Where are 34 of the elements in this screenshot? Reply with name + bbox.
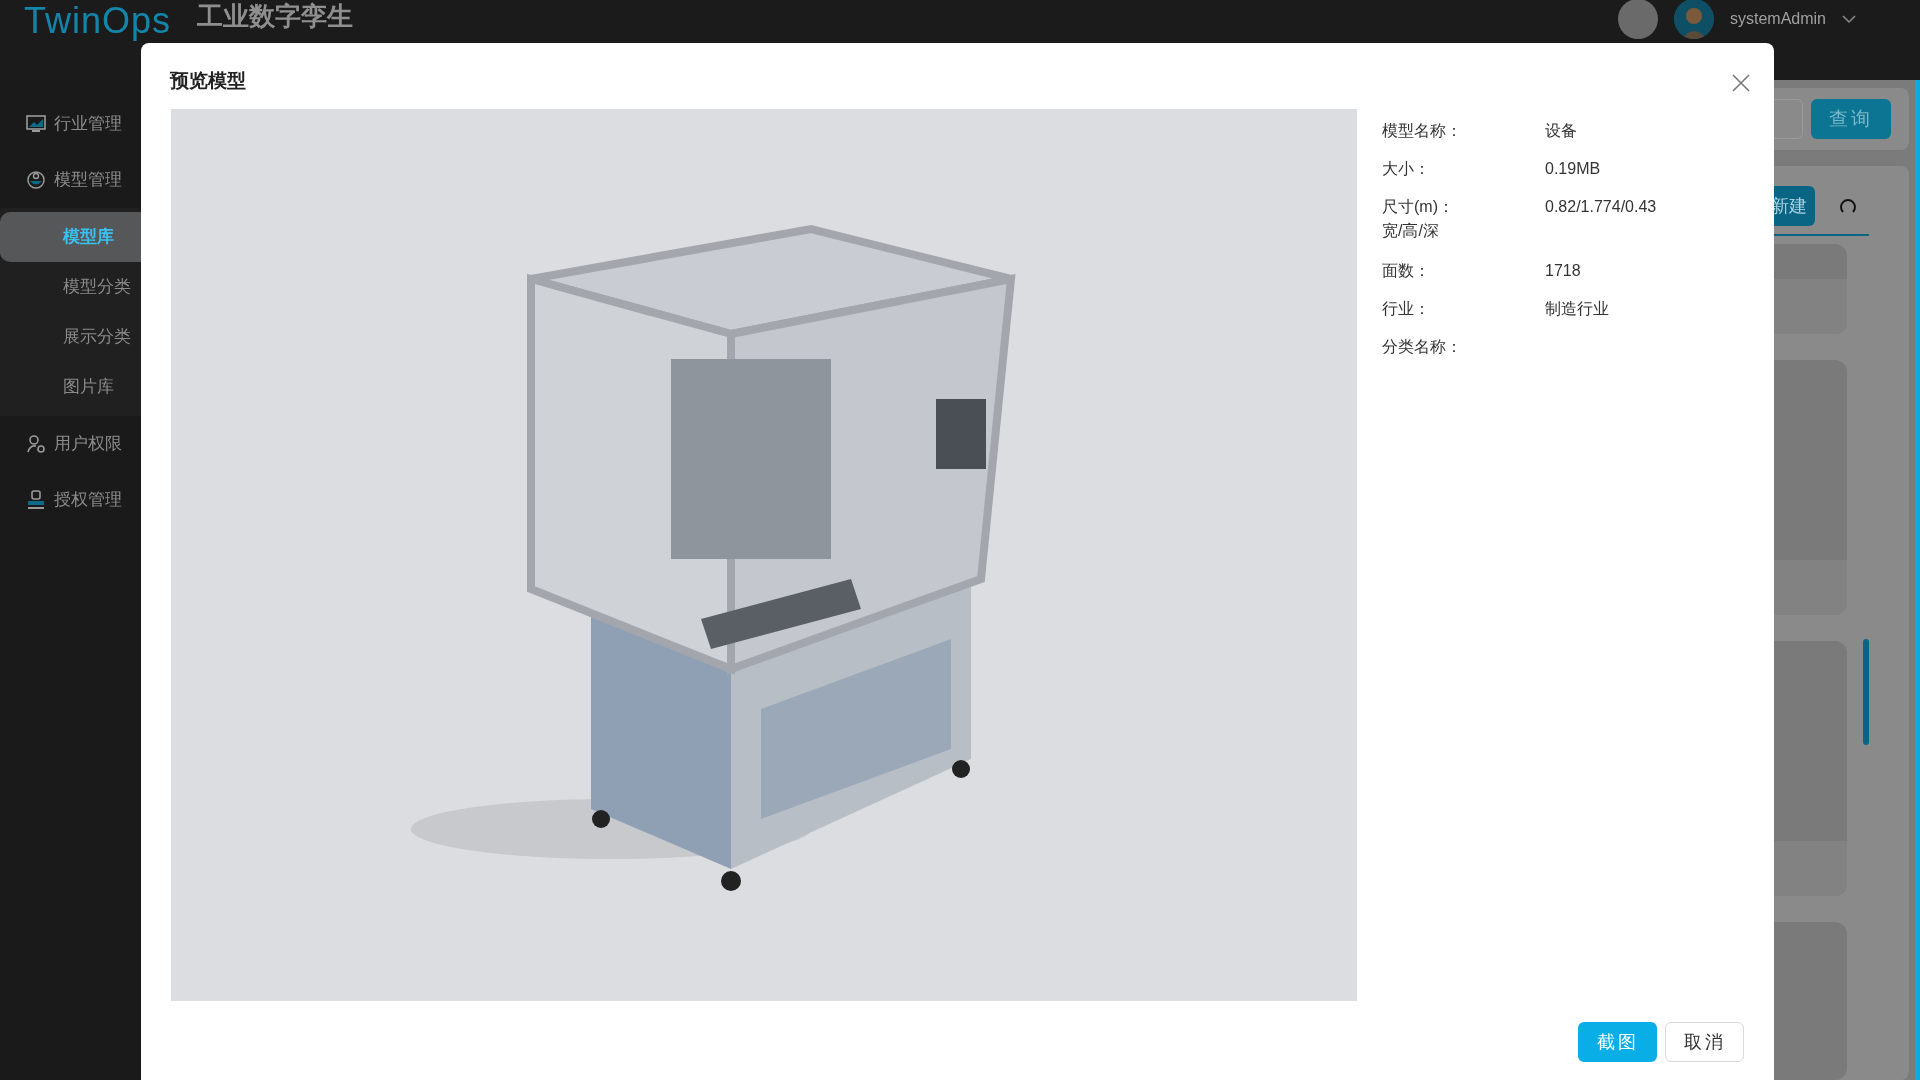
info-label: 大小： (1382, 159, 1431, 179)
chevron-down-icon[interactable] (1842, 14, 1856, 24)
menu-group-icon (26, 114, 46, 134)
modal-title: 预览模型 (170, 68, 246, 93)
info-value: 0.82/1.774/0.43 (1545, 197, 1657, 217)
info-label: 分类名称： (1382, 337, 1463, 357)
sidebar-item[interactable]: 模型库 (0, 212, 141, 262)
sidebar-item[interactable]: 行业管理 (0, 96, 141, 152)
sidebar-item[interactable]: 图片库 (0, 362, 141, 412)
menu-group-icon (26, 434, 46, 454)
menu-group-icon (26, 170, 46, 190)
avatar-icon[interactable] (1673, 0, 1714, 39)
cancel-button[interactable]: 取消 (1665, 1022, 1744, 1062)
screenshot-button[interactable]: 截图 (1578, 1022, 1657, 1062)
scrollbar-thumb[interactable] (1863, 639, 1869, 745)
sidebar-item[interactable]: 模型分类 (0, 262, 141, 312)
info-label: 尺寸(m)： (1382, 197, 1455, 217)
sidebar-item[interactable]: 用户权限 (0, 416, 141, 472)
info-value: 1718 (1545, 261, 1581, 281)
info-value: 设备 (1545, 121, 1577, 141)
info-label: 面数： (1382, 261, 1431, 281)
menu-group-icon (26, 490, 46, 510)
info-label: 行业： (1382, 299, 1431, 319)
sidebar-item[interactable]: 模型管理 (0, 152, 141, 208)
info-value: 0.19MB (1545, 159, 1601, 179)
sidebar-item[interactable]: 授权管理 (0, 472, 141, 528)
sidebar-item[interactable]: 展示分类 (0, 312, 141, 362)
app-title: 工业数字孪生 (197, 3, 354, 29)
info-value: 制造行业 (1545, 299, 1609, 319)
refresh-icon[interactable] (1839, 197, 1857, 215)
logo: TwinOps (24, 3, 172, 39)
info-label: 模型名称： (1382, 121, 1463, 141)
info-label: 宽/高/深 (1382, 221, 1440, 241)
user-name[interactable]: systemAdmin (1729, 11, 1826, 27)
